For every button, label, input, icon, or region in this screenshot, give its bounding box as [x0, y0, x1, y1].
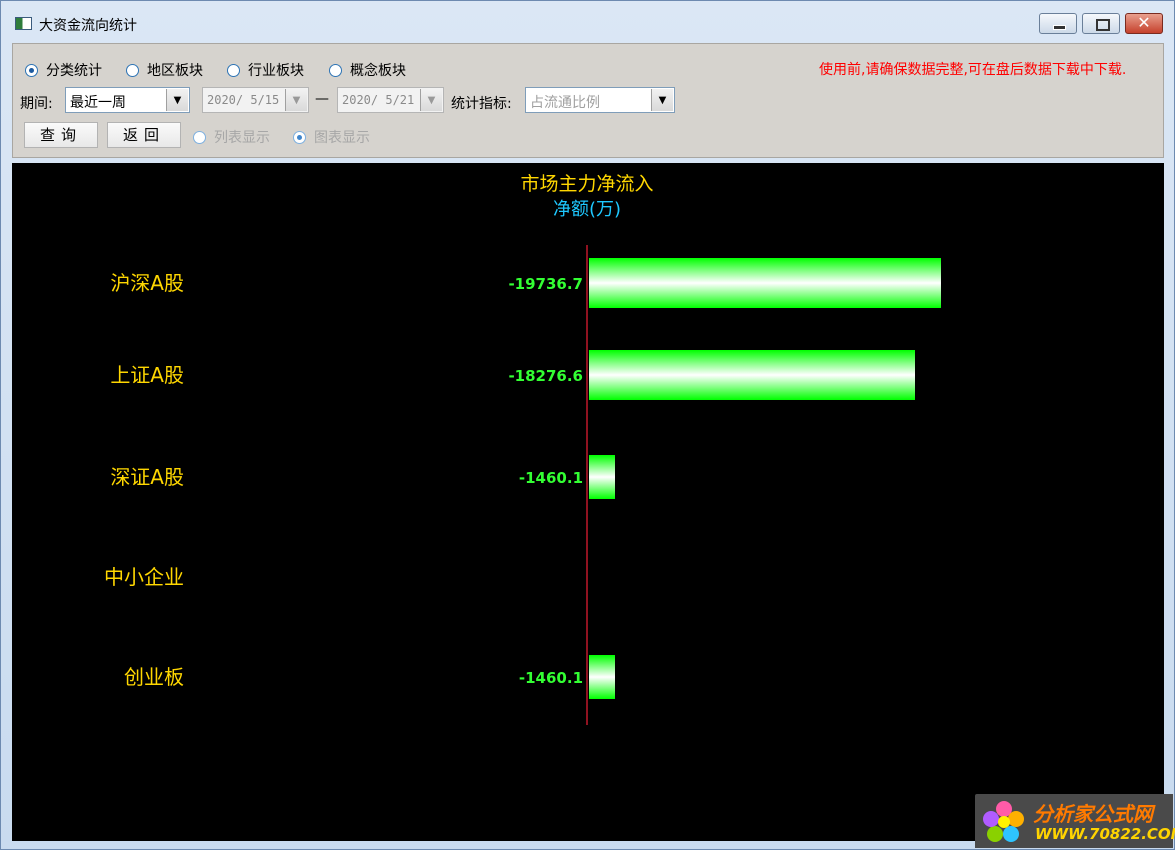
- radio-list-view[interactable]: 列表显示: [193, 127, 270, 147]
- window-title: 大资金流向统计: [39, 18, 137, 34]
- bar: [589, 258, 941, 308]
- query-button[interactable]: 查询: [24, 122, 98, 148]
- bar: [589, 455, 615, 499]
- data-label: -1460.1: [519, 469, 583, 487]
- radio-dot-selected-icon: [293, 130, 306, 144]
- category-label: 沪深A股: [110, 271, 184, 295]
- radio-chart-view[interactable]: 图表显示: [293, 127, 370, 147]
- date-end-picker[interactable]: 2020/ 5/21 ▼: [337, 87, 444, 113]
- chart-panel: 市场主力净流入 净额(万) 沪深A股 -19736.7 上证A股 -18276.6 深证…: [12, 163, 1164, 841]
- indicator-label: 统计指标:: [451, 96, 512, 112]
- indicator-select[interactable]: 占流通比例 ▼: [525, 87, 675, 113]
- period-select[interactable]: 最近一周 ▼: [65, 87, 190, 113]
- radio-label: 分类统计: [46, 63, 102, 79]
- dropdown-arrow-icon[interactable]: ▼: [420, 89, 442, 111]
- close-icon: ✕: [1137, 13, 1151, 32]
- date-start-picker[interactable]: 2020/ 5/15 ▼: [202, 87, 309, 113]
- period-select-value: 最近一周: [70, 95, 126, 111]
- radio-label: 图表显示: [314, 130, 370, 146]
- radio-dot-selected-icon: [25, 63, 38, 77]
- radio-concept-sector[interactable]: 概念板块: [329, 60, 406, 80]
- dropdown-arrow-icon[interactable]: ▼: [651, 89, 673, 111]
- dropdown-arrow-icon[interactable]: ▼: [285, 89, 307, 111]
- watermark-url: WWW.70822.COM: [1035, 825, 1175, 843]
- back-button[interactable]: 返回: [107, 122, 181, 148]
- date-range-separator: —: [315, 91, 329, 107]
- date-end-value: 2020/ 5/21: [342, 93, 415, 107]
- radio-label: 列表显示: [214, 130, 270, 146]
- category-label: 中小企业: [104, 565, 184, 589]
- radio-dot-icon: [126, 63, 139, 77]
- bar: [589, 655, 615, 699]
- watermark-logo: 分析家公式网 WWW.70822.COM: [975, 794, 1175, 848]
- category-label: 创业板: [124, 665, 184, 689]
- watermark-name: 分析家公式网: [1033, 802, 1153, 826]
- category-label: 上证A股: [110, 363, 184, 387]
- indicator-select-value: 占流通比例: [530, 95, 600, 111]
- title-bar: 大资金流向统计 ✕: [1, 1, 1174, 39]
- radio-industry-sector[interactable]: 行业板块: [227, 60, 304, 80]
- radio-label: 地区板块: [147, 63, 203, 79]
- dropdown-arrow-icon[interactable]: ▼: [166, 89, 188, 111]
- bar-chart: 市场主力净流入 净额(万) 沪深A股 -19736.7 上证A股 -18276.6 深证…: [104, 173, 941, 725]
- maximize-button[interactable]: [1082, 13, 1120, 34]
- app-icon: [15, 17, 32, 30]
- data-label: -1460.1: [519, 669, 583, 687]
- filter-toolbar: 分类统计 地区板块 行业板块 概念板块 使用前,请确保数据完整,可在盘后数据下载…: [12, 43, 1164, 158]
- chart-subtitle: 净额(万): [553, 199, 621, 220]
- period-label: 期间:: [20, 96, 53, 112]
- data-label: -19736.7: [508, 275, 583, 293]
- radio-dot-icon: [227, 63, 240, 77]
- bar: [589, 350, 915, 400]
- radio-region-sector[interactable]: 地区板块: [126, 60, 203, 80]
- app-window: 大资金流向统计 ✕ 分类统计 地区板块 行业板块 概念板块 使用前,请确保数据完…: [0, 0, 1175, 850]
- flower-logo-icon: [983, 801, 1024, 842]
- date-start-value: 2020/ 5/15: [207, 93, 280, 107]
- notice-text: 使用前,请确保数据完整,可在盘后数据下载中下载.: [819, 62, 1127, 78]
- bars-layer: 沪深A股 -19736.7 上证A股 -18276.6 深证A股 -1460.1 中小企业创…: [104, 258, 941, 699]
- radio-category-stats[interactable]: 分类统计: [25, 60, 102, 80]
- radio-dot-icon: [329, 63, 342, 77]
- radio-label: 概念板块: [350, 63, 406, 79]
- radio-dot-icon: [193, 130, 206, 144]
- chart-title: 市场主力净流入: [520, 173, 653, 195]
- minimize-button[interactable]: [1039, 13, 1077, 34]
- radio-label: 行业板块: [248, 63, 304, 79]
- category-label: 深证A股: [110, 465, 184, 489]
- data-label: -18276.6: [508, 367, 583, 385]
- close-button[interactable]: ✕: [1125, 13, 1163, 34]
